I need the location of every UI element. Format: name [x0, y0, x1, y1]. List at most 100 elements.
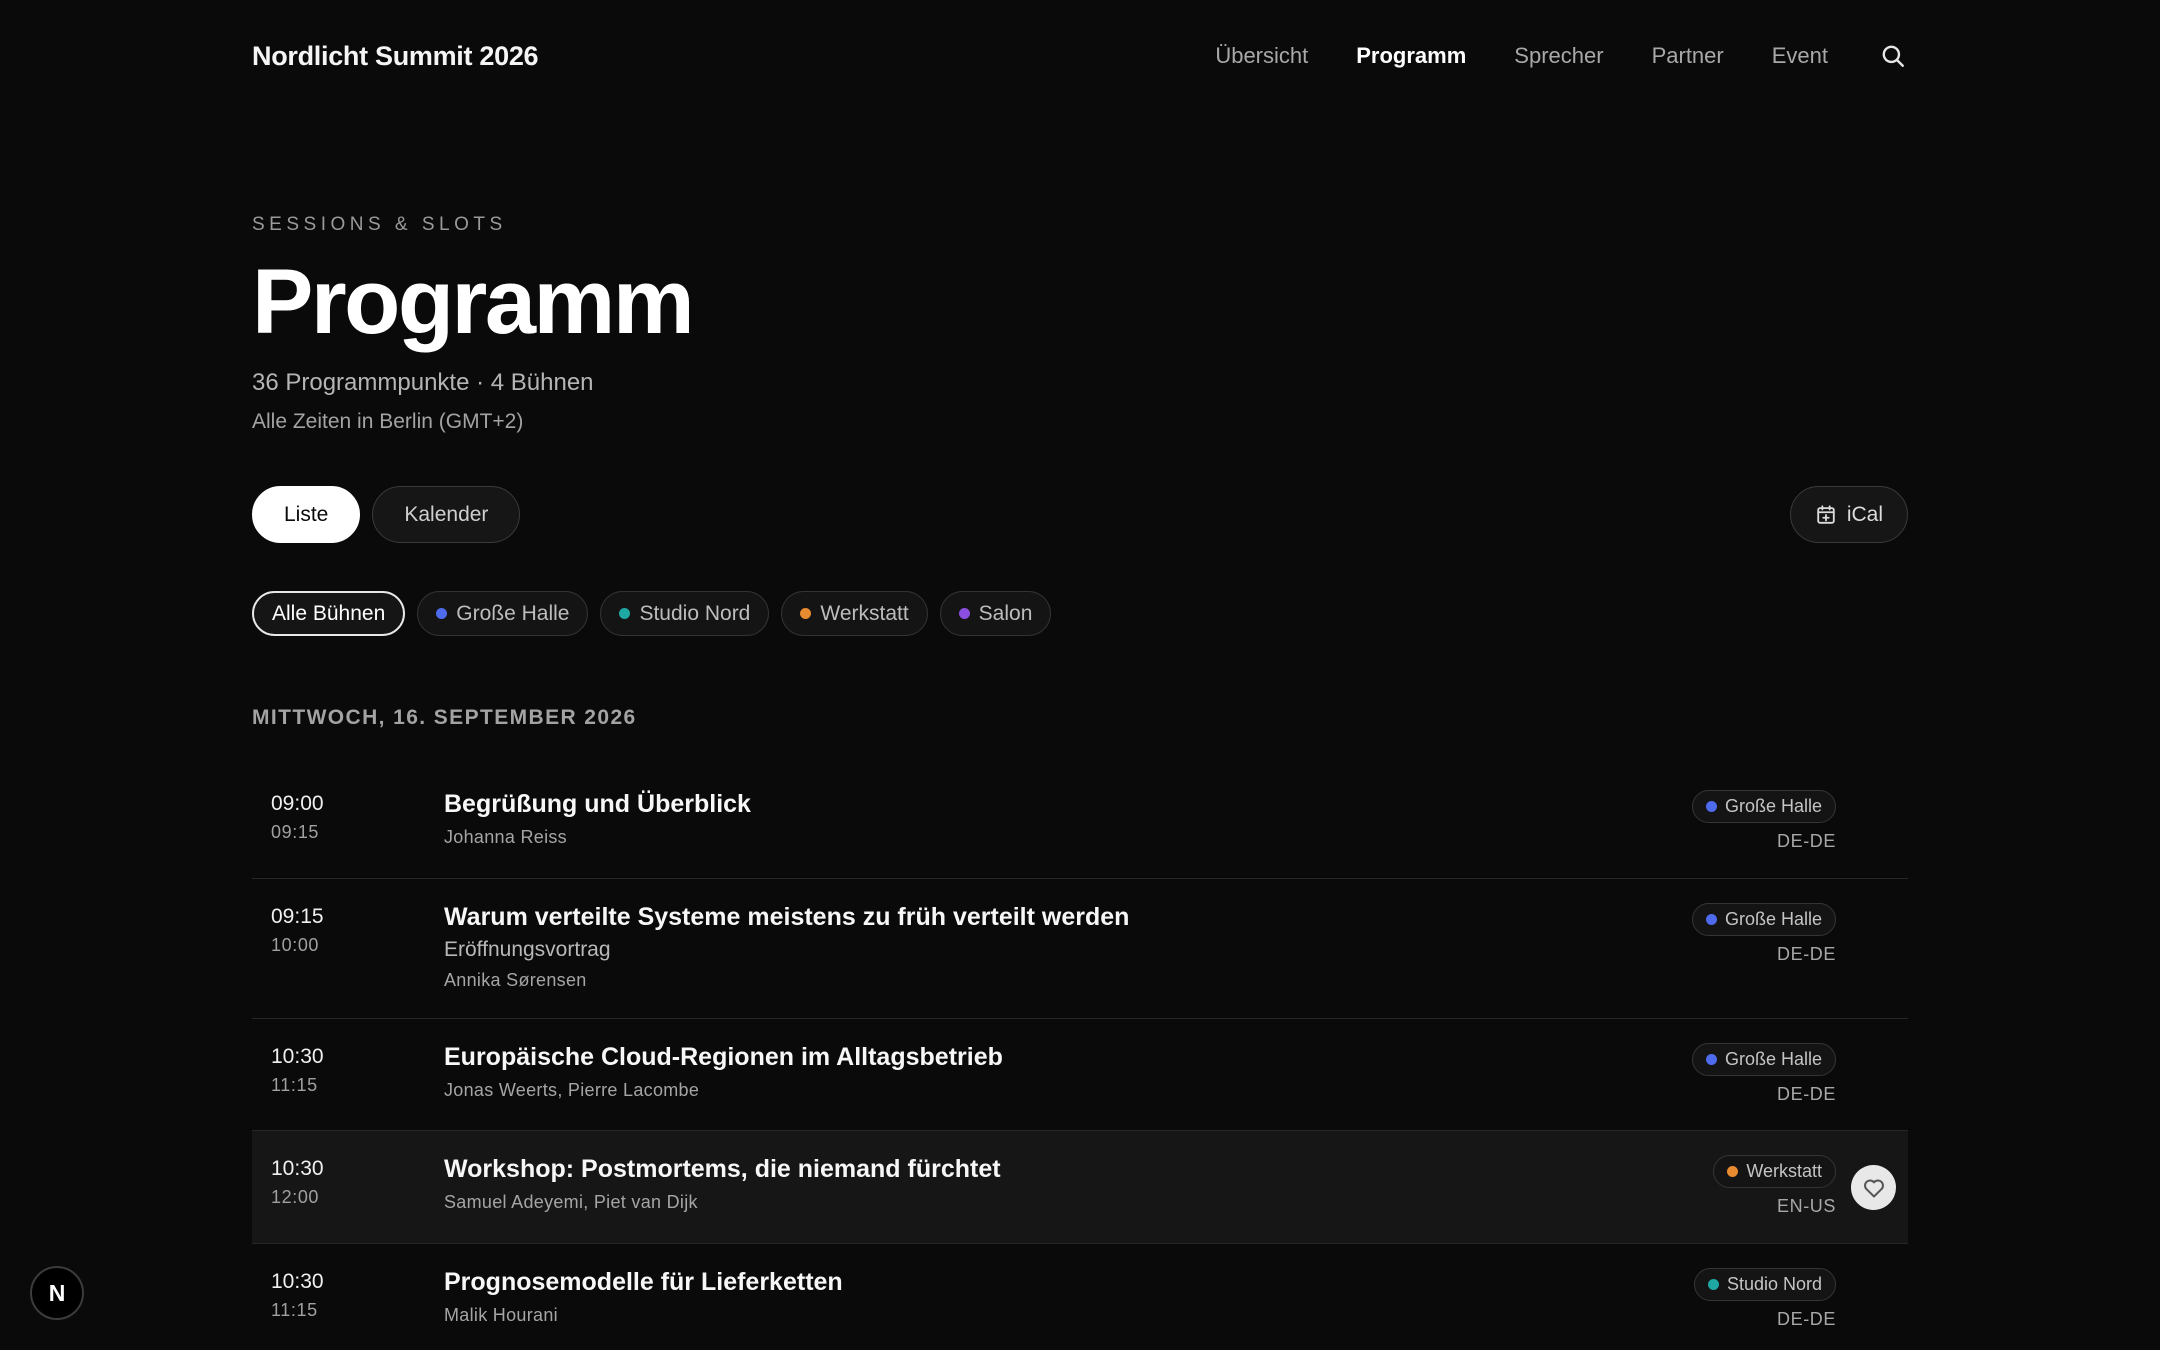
session-title[interactable]: Begrüßung und Überblick [444, 790, 1644, 819]
brand-logo[interactable]: Nordlicht Summit 2026 [252, 41, 539, 72]
session-title[interactable]: Prognosemodelle für Lieferketten [444, 1268, 1644, 1297]
session-meta: Große Halle DE-DE [1691, 903, 1836, 965]
favorite-button[interactable] [1851, 1165, 1896, 1210]
stage-badge: Große Halle [1691, 1043, 1836, 1076]
filter-label: Große Halle [456, 601, 570, 625]
stage-color-dot [1705, 801, 1717, 812]
day-heading: MITTWOCH, 16. SEPTEMBER 2026 [252, 706, 637, 729]
session-info: Europäische Cloud-Regionen im Alltagsbet… [444, 1043, 1644, 1101]
calendar-view-button[interactable]: Kalender [372, 486, 521, 543]
stage-filters: Alle Bühnen Große Halle Studio Nord Werk… [252, 591, 1052, 636]
session-language: DE-DE [1776, 1084, 1836, 1104]
stage-name: Werkstatt [1746, 1161, 1822, 1181]
session-speakers: Malik Hourani [444, 1305, 558, 1325]
stage-name: Studio Nord [1726, 1274, 1822, 1294]
session-speakers: Jonas Weerts, Pierre Lacombe [444, 1080, 700, 1100]
filter-label: Werkstatt [820, 601, 909, 625]
session-end-time: 09:15 [271, 822, 320, 842]
program-stats: 36 Programmpunkte · 4 Bühnen [252, 369, 594, 396]
filter-alle-buehnen[interactable]: Alle Bühnen [252, 591, 406, 636]
session-time: 10:30 12:00 [271, 1157, 324, 1208]
page: Nordlicht Summit 2026 Übersicht Programm… [0, 0, 2160, 1350]
session-start-time: 10:30 [271, 1270, 324, 1293]
stage-name: Große Halle [1724, 796, 1822, 816]
filter-salon[interactable]: Salon [939, 591, 1052, 636]
calendar-plus-icon [1817, 504, 1835, 524]
filter-label: Salon [978, 601, 1033, 625]
session-list: 09:00 09:15 Begrüßung und Überblick Joha… [252, 766, 1908, 1350]
session-meta: Werkstatt EN-US [1713, 1155, 1836, 1217]
session-start-time: 09:00 [271, 792, 324, 815]
search-icon [1882, 45, 1904, 67]
session-language: DE-DE [1776, 1309, 1836, 1329]
list-view-button[interactable]: Liste [252, 486, 361, 543]
session-info: Begrüßung und Überblick Johanna Reiss [444, 790, 1644, 848]
nav-link-event[interactable]: Event [1772, 43, 1828, 69]
session-speakers: Samuel Adeyemi, Piet van Dijk [444, 1192, 698, 1212]
stage-color-dot [436, 608, 448, 619]
filter-label: Studio Nord [639, 601, 751, 625]
session-end-time: 11:15 [271, 1300, 318, 1320]
session-subtitle: Eröffnungsvortrag [444, 938, 611, 961]
session-time: 09:00 09:15 [271, 792, 324, 843]
stage-color-dot [619, 608, 631, 619]
stage-color-dot [958, 608, 970, 619]
stage-badge: Studio Nord [1693, 1268, 1836, 1301]
session-title[interactable]: Workshop: Postmortems, die niemand fürch… [444, 1155, 1644, 1184]
session-info: Warum verteilte Systeme meistens zu früh… [444, 903, 1644, 991]
session-meta: Studio Nord DE-DE [1693, 1268, 1836, 1330]
nav-link-sprecher[interactable]: Sprecher [1514, 43, 1603, 69]
session-row[interactable]: 09:00 09:15 Begrüßung und Überblick Joha… [252, 766, 1908, 879]
stage-badge: Große Halle [1691, 903, 1836, 936]
session-info: Workshop: Postmortems, die niemand fürch… [444, 1155, 1644, 1213]
nav-link-partner[interactable]: Partner [1652, 43, 1724, 69]
session-title[interactable]: Europäische Cloud-Regionen im Alltagsbet… [444, 1043, 1644, 1072]
session-title[interactable]: Warum verteilte Systeme meistens zu früh… [444, 903, 1644, 932]
nav-link-programm[interactable]: Programm [1356, 43, 1466, 69]
search-button[interactable] [1878, 41, 1908, 71]
top-navigation: Nordlicht Summit 2026 Übersicht Programm… [252, 0, 1908, 112]
filter-werkstatt[interactable]: Werkstatt [781, 591, 928, 636]
page-title: Programm [252, 251, 695, 353]
filter-grosse-halle[interactable]: Große Halle [417, 591, 589, 636]
session-end-time: 12:00 [271, 1187, 320, 1207]
session-start-time: 10:30 [271, 1157, 324, 1180]
section-eyebrow: SESSIONS & SLOTS [252, 214, 507, 235]
stage-badge: Große Halle [1691, 790, 1836, 823]
session-time: 10:30 11:15 [271, 1045, 324, 1096]
session-row[interactable]: 10:30 12:00 Workshop: Postmortems, die n… [252, 1131, 1908, 1244]
nextjs-dev-badge[interactable]: N [30, 1266, 84, 1320]
session-start-time: 09:15 [271, 905, 324, 928]
stage-name: Große Halle [1724, 1049, 1822, 1069]
main-nav: Übersicht Programm Sprecher Partner Even… [1215, 41, 1908, 71]
session-language: EN-US [1776, 1196, 1836, 1216]
stage-color-dot [1727, 1166, 1739, 1177]
stage-color-dot [1707, 1279, 1719, 1290]
stage-badge: Werkstatt [1713, 1155, 1836, 1188]
stage-color-dot [1705, 914, 1717, 925]
view-toggle: Liste Kalender [252, 486, 521, 543]
filter-studio-nord[interactable]: Studio Nord [600, 591, 770, 636]
session-time: 10:30 11:15 [271, 1270, 324, 1321]
session-language: DE-DE [1776, 944, 1836, 964]
session-meta: Große Halle DE-DE [1691, 790, 1836, 852]
session-language: DE-DE [1776, 831, 1836, 851]
stage-color-dot [800, 608, 812, 619]
session-time: 09:15 10:00 [271, 905, 324, 956]
session-speakers: Annika Sørensen [444, 970, 587, 990]
ical-export-button[interactable]: iCal [1789, 486, 1908, 543]
session-row[interactable]: 10:30 11:15 Prognosemodelle für Lieferke… [252, 1244, 1908, 1350]
stage-color-dot [1705, 1054, 1717, 1065]
timezone-note: Alle Zeiten in Berlin (GMT+2) [252, 410, 524, 433]
session-info: Prognosemodelle für Lieferketten Malik H… [444, 1268, 1644, 1326]
heart-icon [1863, 1179, 1884, 1197]
session-row[interactable]: 09:15 10:00 Warum verteilte Systeme meis… [252, 879, 1908, 1019]
session-speakers: Johanna Reiss [444, 827, 567, 847]
nav-link-uebersicht[interactable]: Übersicht [1215, 43, 1308, 69]
stage-name: Große Halle [1724, 909, 1822, 929]
filter-label: Alle Bühnen [272, 601, 386, 625]
session-end-time: 10:00 [271, 935, 320, 955]
session-row[interactable]: 10:30 11:15 Europäische Cloud-Regionen i… [252, 1019, 1908, 1131]
session-end-time: 11:15 [271, 1075, 318, 1095]
ical-label: iCal [1846, 502, 1883, 526]
